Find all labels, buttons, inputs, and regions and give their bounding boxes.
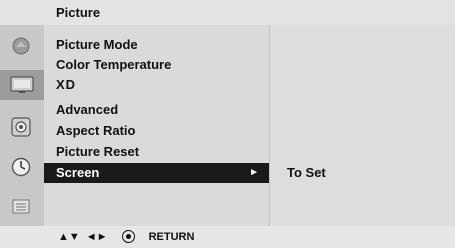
menu-item-picture-mode[interactable]: Picture Mode: [56, 35, 138, 55]
arrow-right-icon: ►: [249, 167, 259, 178]
picture-icon[interactable]: [0, 70, 44, 100]
submenu-panel: [269, 25, 455, 226]
sound-icon[interactable]: [6, 112, 36, 142]
menu-item-picture-reset[interactable]: Picture Reset: [56, 142, 139, 162]
menu-item-color-temperature[interactable]: Color Temperature: [56, 55, 171, 75]
menu-item-aspect-ratio[interactable]: Aspect Ratio: [56, 121, 135, 141]
option-icon[interactable]: [6, 191, 36, 221]
menu-item-xd[interactable]: XD: [56, 75, 76, 95]
category-icon-column: [0, 25, 44, 226]
submenu-hint: To Set: [287, 165, 326, 180]
selected-item-label: Screen: [56, 165, 100, 180]
menu-item-screen[interactable]: Screen ►: [44, 163, 269, 183]
footer-key-guide: ▲▼ ◄► RETURN: [0, 226, 455, 248]
picture-menu-list: Picture Mode Color Temperature XD Advanc…: [44, 25, 269, 226]
xd-logo: XD: [56, 77, 77, 92]
return-label: RETURN: [148, 230, 195, 243]
left-right-arrows-icon: ◄►: [85, 230, 108, 243]
menu-title: Picture: [56, 5, 101, 20]
up-down-arrows-icon: ▲▼: [58, 230, 80, 243]
tv-osd-menu: Picture Picture Mode Color Temperature X…: [0, 0, 455, 248]
setup-icon[interactable]: [6, 31, 36, 61]
time-icon[interactable]: [6, 152, 36, 182]
ok-icon: [121, 230, 135, 243]
menu-title-bar: Picture: [0, 0, 455, 25]
menu-item-advanced[interactable]: Advanced: [56, 100, 118, 120]
